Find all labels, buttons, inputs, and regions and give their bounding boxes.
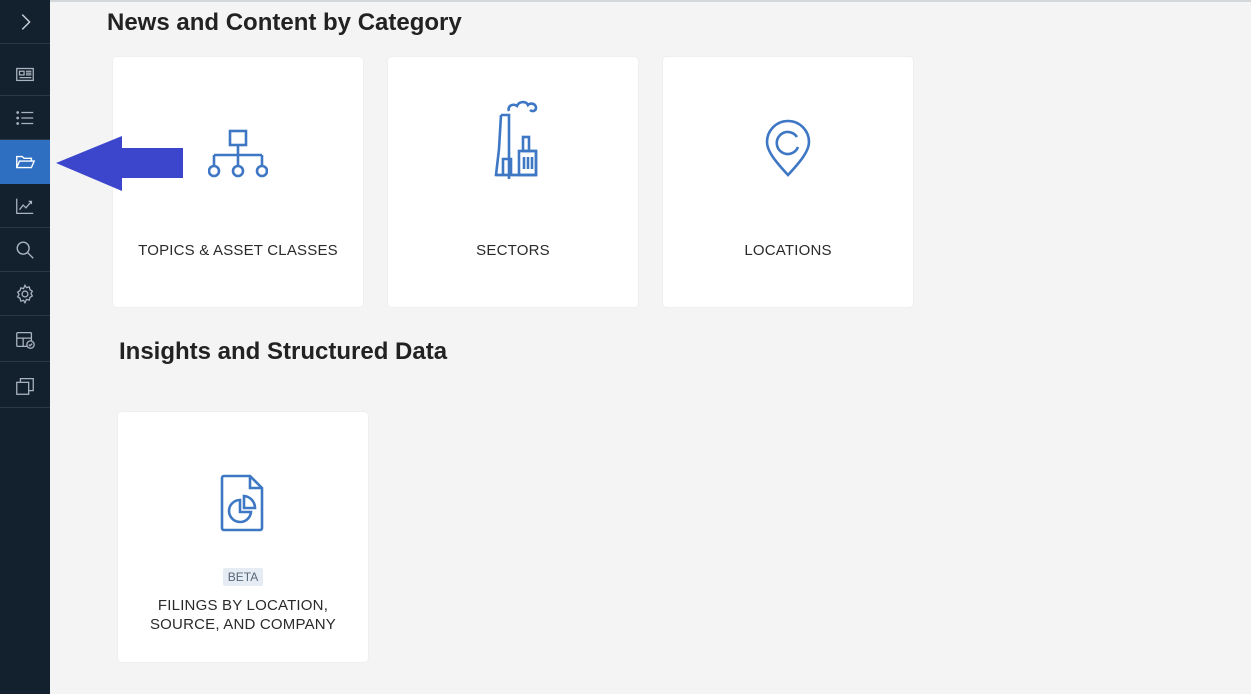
sectors-card[interactable]: SECTORS [388, 57, 638, 307]
newspaper-icon [16, 67, 34, 81]
card-label: SECTORS [476, 242, 550, 259]
card-label-line-2: SOURCE, AND COMPANY [149, 616, 337, 633]
sidebar-item-settings[interactable] [0, 272, 50, 316]
locations-card[interactable]: LOCATIONS [663, 57, 913, 307]
document-chart-icon [220, 474, 264, 532]
pointer-arrow-icon [56, 136, 183, 191]
hierarchy-icon [208, 129, 268, 178]
list-icon [16, 110, 34, 125]
folder-open-icon [15, 155, 36, 168]
sidebar-expand-button[interactable] [0, 0, 50, 44]
sidebar-item-workspace[interactable] [0, 318, 50, 362]
sidebar-item-news[interactable] [0, 52, 50, 96]
news-section-title: News and Content by Category [107, 9, 462, 36]
sidebar [0, 0, 50, 694]
insights-section-title: Insights and Structured Data [119, 338, 448, 365]
card-label: LOCATIONS [744, 242, 832, 259]
filings-card[interactable]: BETA FILINGS BY LOCATION, SOURCE, AND CO… [118, 412, 368, 662]
sidebar-item-search[interactable] [0, 228, 50, 272]
sidebar-item-categories[interactable] [0, 140, 50, 184]
stacked-windows-icon [16, 377, 34, 395]
top-border [50, 0, 1251, 2]
gear-icon [16, 283, 34, 304]
location-pin-icon [765, 119, 811, 177]
chevron-right-icon [21, 13, 31, 30]
beta-badge: BETA [223, 568, 263, 586]
sidebar-item-list[interactable] [0, 96, 50, 140]
trend-chart-icon [16, 198, 34, 214]
card-label-line-1: FILINGS BY LOCATION, [157, 597, 329, 614]
card-label: TOPICS & ASSET CLASSES [138, 242, 338, 259]
factory-icon [494, 100, 538, 179]
layout-check-icon [16, 331, 35, 349]
search-icon [16, 241, 34, 259]
sidebar-item-windows[interactable] [0, 364, 50, 408]
sidebar-item-trends[interactable] [0, 184, 50, 228]
